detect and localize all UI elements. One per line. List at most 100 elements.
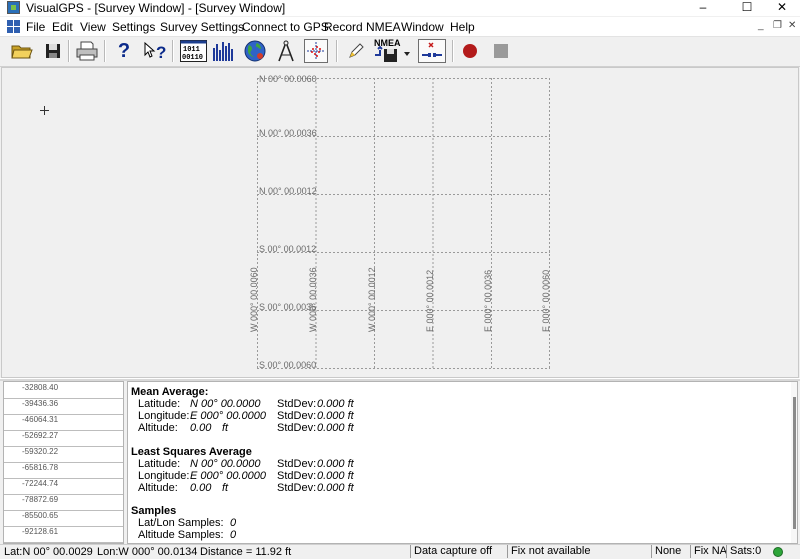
lat-label: N 00° 00.0036 (259, 128, 317, 138)
altitude-tick: -85500.65 (4, 510, 123, 527)
mean-stddev-label: StdDev: (277, 410, 317, 422)
mean-altitude-value: 0.00 (190, 422, 212, 434)
mean-stddev-lat: 0.000 ft (317, 398, 354, 410)
lsq-longitude-value: E 000° 00.0000 (190, 470, 266, 482)
survey-grid-lines (257, 78, 550, 369)
status-satellites: Sats:0 (726, 545, 768, 558)
status-bar: Lat:N 00° 00.0029 Lon:W 000° 00.0134 Dis… (0, 544, 800, 559)
mdi-close-button[interactable]: ✕ (788, 20, 796, 31)
connection-icon[interactable] (418, 39, 446, 63)
menu-edit[interactable]: Edit (52, 20, 73, 34)
svg-text:?: ? (156, 43, 166, 61)
menu-help[interactable]: Help (450, 20, 475, 34)
nmea-monitor-icon[interactable]: 1011 00110 (180, 39, 207, 63)
lat-label: N 00° 00.0060 (259, 74, 317, 84)
menu-file[interactable]: File (26, 20, 45, 34)
mdi-minimize-button[interactable]: _ (758, 20, 764, 31)
altitude-tick: -32808.40 (4, 382, 123, 399)
menu-connect-to-gps[interactable]: Connect to GPS (242, 20, 329, 34)
lon-label: W 000° 00.0060 (249, 267, 259, 332)
mean-longitude-value: E 000° 00.0000 (190, 410, 266, 422)
mean-longitude-label: Longitude: (138, 410, 190, 422)
altitude-tick: -39436.36 (4, 398, 123, 415)
mean-latitude-value: N 00° 00.0000 (190, 398, 261, 410)
lsq-stddev-lon: 0.000 ft (317, 470, 354, 482)
toolbar-separator (68, 40, 70, 62)
samples-heading: Samples (131, 505, 177, 517)
open-folder-icon[interactable] (10, 39, 34, 63)
status-longitude: Lon:W 000° 00.0134 (97, 546, 198, 558)
lsq-heading: Least Squares Average (131, 446, 252, 458)
maximize-button[interactable]: ☐ (727, 0, 767, 16)
mean-altitude-label: Altitude: (138, 422, 178, 434)
altitude-tick: -46064.31 (4, 414, 123, 431)
lsq-altitude-unit: ft (222, 482, 229, 494)
latlon-samples-value: 0 (230, 517, 237, 529)
lat-label: S 00° 00.0012 (259, 244, 317, 254)
stats-scrollbar-thumb[interactable] (793, 397, 796, 529)
status-latitude: Lat:N 00° 00.0029 (4, 546, 93, 558)
altitude-tick: -59320.22 (4, 446, 123, 463)
mean-stddev-label: StdDev: (277, 398, 317, 410)
status-dgps: None (651, 545, 689, 558)
compass-icon[interactable] (274, 39, 298, 63)
minimize-button[interactable]: – (683, 0, 723, 16)
mean-stddev-lon: 0.000 ft (317, 410, 354, 422)
altitude-scale: -32808.40 -39436.36 -46064.31 -52692.27 … (3, 381, 124, 544)
altitude-tick: -65816.78 (4, 462, 123, 479)
menu-window[interactable]: Window (401, 20, 444, 34)
close-button[interactable]: ✕ (762, 0, 800, 16)
lsq-stddev-alt: 0.000 ft (317, 482, 354, 494)
lon-label: W 000° 00.0036 (308, 267, 318, 332)
mean-latitude-label: Latitude: (138, 398, 181, 410)
stop-icon[interactable] (489, 39, 513, 63)
menu-bar: File Edit View Settings Survey Settings … (0, 17, 800, 37)
svg-text:00110: 00110 (182, 54, 203, 62)
help-icon[interactable]: ? (112, 39, 136, 63)
nmea-label: NMEA (374, 38, 401, 48)
menu-survey-settings[interactable]: Survey Settings (160, 20, 244, 34)
lat-label: N 00° 00.0012 (259, 186, 317, 196)
record-icon[interactable] (458, 39, 482, 63)
mean-altitude-unit: ft (222, 422, 229, 434)
svg-text:1011: 1011 (183, 46, 200, 54)
altitude-tick: -52692.27 (4, 430, 123, 447)
mean-heading: Mean Average: (131, 386, 209, 398)
menu-view[interactable]: View (80, 20, 106, 34)
edit-icon[interactable] (344, 39, 368, 63)
status-distance: Distance = 11.92 ft (200, 546, 292, 558)
lsq-latitude-label: Latitude: (138, 458, 181, 470)
lsq-stddev-lat: 0.000 ft (317, 458, 354, 470)
toolbar: ? ? 1011 00110 NMEA (0, 37, 800, 67)
lon-label: W 000° 00.0012 (367, 267, 377, 332)
lsq-longitude-label: Longitude: (138, 470, 190, 482)
signal-bars-icon[interactable] (212, 39, 236, 63)
save-disk-icon[interactable] (41, 39, 65, 63)
toolbar-separator (336, 40, 338, 62)
survey-plot[interactable]: N 00° 00.0060 N 00° 00.0036 N 00° 00.001… (1, 67, 799, 378)
context-help-icon[interactable]: ? (143, 39, 167, 63)
mean-stddev-label: StdDev: (277, 422, 317, 434)
record-nmea-icon[interactable]: NMEA (372, 38, 412, 63)
lon-label: E 000° 00.0012 (425, 269, 435, 332)
mdi-restore-button[interactable]: ❐ (773, 20, 782, 31)
stats-scrollbar[interactable] (791, 382, 797, 543)
title-bar: VisualGPS - [Survey Window] - [Survey Wi… (0, 0, 800, 16)
window-title: VisualGPS - [Survey Window] - [Survey Wi… (26, 1, 286, 15)
survey-statistics: Mean Average: Latitude: N 00° 00.0000 St… (127, 381, 798, 544)
status-data-capture: Data capture off (410, 545, 506, 558)
globe-icon[interactable] (243, 39, 267, 63)
menu-record-nmea[interactable]: Record NMEA (324, 20, 401, 34)
lat-label: S 00° 00.0060 (259, 360, 317, 370)
toolbar-separator (452, 40, 454, 62)
altitude-tick: -72244.74 (4, 478, 123, 495)
toolbar-separator (172, 40, 174, 62)
lsq-altitude-label: Altitude: (138, 482, 178, 494)
lsq-stddev-label: StdDev: (277, 470, 317, 482)
document-window-icon[interactable] (7, 20, 20, 33)
altitude-samples-label: Altitude Samples: (138, 529, 224, 541)
survey-plot-icon[interactable] (304, 39, 328, 63)
lon-label: E 000° 00.0060 (541, 269, 551, 332)
print-icon[interactable] (75, 39, 99, 63)
menu-settings[interactable]: Settings (112, 20, 155, 34)
